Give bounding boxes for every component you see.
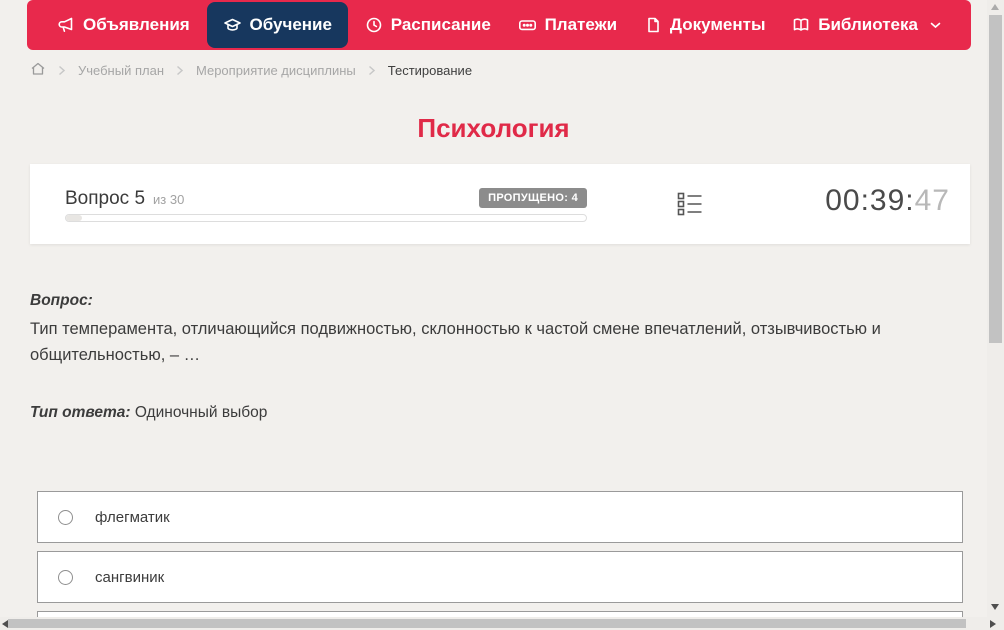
banknote-icon	[518, 16, 537, 34]
vertical-scrollbar-thumb[interactable]	[989, 15, 1002, 343]
breadcrumb-curriculum[interactable]: Учебный план	[78, 63, 164, 78]
graduation-cap-icon	[223, 16, 242, 34]
nav-item-label: Документы	[669, 15, 766, 34]
nav-item-label: Расписание	[390, 15, 491, 34]
main-navbar: Объявления Обучение Расписание Платежи Д…	[27, 0, 971, 50]
breadcrumb-testing: Тестирование	[387, 63, 473, 78]
radio-icon[interactable]	[58, 569, 73, 585]
exam-timer: 00:39:47	[825, 184, 950, 218]
nav-item-documents[interactable]: Документы	[634, 2, 776, 48]
answer-option-label: флегматик	[95, 508, 170, 526]
chevron-right-icon	[58, 65, 66, 76]
question-list-icon[interactable]	[676, 191, 704, 219]
breadcrumb: Учебный план Мероприятие дисциплины Тест…	[30, 61, 472, 80]
answer-type-value: Одиночный выбор	[134, 404, 268, 421]
nav-item-label: Объявления	[83, 15, 190, 34]
horizontal-scrollbar[interactable]	[0, 617, 1004, 630]
skipped-badge: ПРОПУЩЕНО: 4	[479, 188, 587, 208]
question-number-label: Вопрос 5	[65, 188, 146, 209]
nav-item-learning[interactable]: Обучение	[206, 2, 348, 48]
vertical-scrollbar[interactable]	[987, 0, 1004, 617]
book-icon	[792, 16, 810, 34]
chevron-down-icon	[930, 22, 941, 29]
nav-item-payments[interactable]: Платежи	[508, 2, 628, 48]
nav-item-schedule[interactable]: Расписание	[355, 2, 501, 48]
clock-icon	[365, 16, 383, 34]
nav-item-announcements[interactable]: Объявления	[47, 2, 200, 48]
answer-type-row: Тип ответа: Одиночный выбор	[30, 404, 267, 422]
progress-bar-fill	[66, 215, 82, 221]
scroll-right-arrow-icon[interactable]	[990, 620, 996, 628]
progress-bar	[65, 214, 587, 222]
lms-testing-screen: Объявления Обучение Расписание Платежи Д…	[0, 0, 1004, 630]
horizontal-scrollbar-thumb[interactable]	[8, 619, 966, 628]
question-number: Вопрос 5 из 30	[65, 188, 184, 210]
megaphone-icon	[57, 16, 75, 34]
nav-item-label: Библиотека	[818, 15, 918, 34]
question-progress-card: Вопрос 5 из 30 ПРОПУЩЕНО: 4 00:39:47	[30, 164, 970, 244]
timer-hhmm: 00:39:	[825, 184, 915, 217]
answer-option-phlegmatic[interactable]: флегматик	[37, 491, 963, 543]
question-heading: Вопрос:	[30, 292, 93, 309]
page-title: Психология	[417, 113, 570, 143]
timer-seconds: 47	[914, 184, 950, 217]
document-icon	[644, 16, 662, 34]
nav-item-label: Платежи	[544, 15, 618, 34]
nav-item-label: Обучение	[249, 15, 332, 34]
question-text: Тип темперамента, отличающийся подвижнос…	[30, 320, 881, 364]
question-total-label: из 30	[153, 192, 185, 207]
home-icon[interactable]	[30, 61, 46, 80]
breadcrumb-discipline-event[interactable]: Мероприятие дисциплины	[196, 63, 356, 78]
scroll-up-arrow-icon[interactable]	[991, 4, 999, 10]
answer-type-label: Тип ответа:	[30, 404, 131, 421]
answer-option-sanguine[interactable]: сангвиник	[37, 551, 963, 603]
nav-item-library[interactable]: Библиотека	[782, 2, 951, 48]
chevron-right-icon	[368, 65, 376, 76]
radio-icon[interactable]	[58, 509, 73, 525]
answer-option-label: сангвиник	[95, 568, 165, 586]
scroll-down-arrow-icon[interactable]	[991, 604, 999, 610]
chevron-right-icon	[176, 65, 184, 76]
